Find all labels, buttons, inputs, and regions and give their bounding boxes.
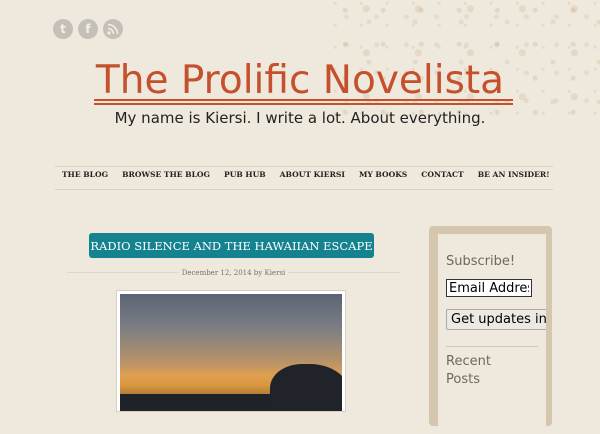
subscribe-button[interactable]: Get updates in my email	[446, 309, 546, 330]
nav-item-be-an-insider[interactable]: BE AN INSIDER!	[478, 170, 550, 179]
site-title[interactable]: The Prolific Novelista	[0, 58, 600, 104]
nav-item-contact[interactable]: CONTACT	[421, 170, 463, 179]
title-underline	[94, 99, 513, 101]
rss-glyph	[107, 23, 119, 35]
nav-item-the-blog[interactable]: THE BLOG	[62, 170, 108, 179]
nav-item-pub-hub[interactable]: PUB HUB	[224, 170, 266, 179]
nav-divider-top	[55, 166, 553, 167]
rss-icon[interactable]	[103, 19, 123, 39]
post-meta: December 12, 2014 by Kiersi	[67, 269, 400, 277]
sidebar-inner: Subscribe! Get updates in my email Recen…	[438, 234, 546, 434]
nav-item-browse-the-blog[interactable]: BROWSE THE BLOG	[122, 170, 210, 179]
nav-divider-bottom	[55, 189, 553, 190]
twitter-icon[interactable]: t	[53, 19, 73, 39]
main-nav: THE BLOG BROWSE THE BLOG PUB HUB ABOUT K…	[62, 170, 564, 179]
post-image-frame	[116, 290, 346, 412]
sidebar-divider	[446, 346, 538, 347]
image-tree	[270, 364, 342, 411]
email-field[interactable]	[446, 279, 532, 297]
post-meta-text: December 12, 2014 by Kiersi	[178, 269, 289, 277]
nav-item-about-kiersi[interactable]: ABOUT KIERSI	[280, 170, 345, 179]
title-underline-2	[94, 103, 513, 105]
facebook-icon[interactable]: f	[78, 19, 98, 39]
nav-item-my-books[interactable]: MY BOOKS	[359, 170, 407, 179]
post-image[interactable]	[120, 294, 342, 411]
recent-posts-title-line2: Posts	[446, 372, 480, 387]
recent-posts-title: Recent Posts	[446, 353, 491, 389]
social-icons: t f	[53, 19, 123, 39]
site-tagline: My name is Kiersi. I write a lot. About …	[114, 109, 486, 127]
post-title[interactable]: RADIO SILENCE AND THE HAWAIIAN ESCAPE	[89, 233, 374, 258]
subscribe-title: Subscribe!	[446, 254, 516, 269]
sidebar: Subscribe! Get updates in my email Recen…	[429, 226, 552, 434]
recent-posts-title-line1: Recent	[446, 354, 491, 369]
